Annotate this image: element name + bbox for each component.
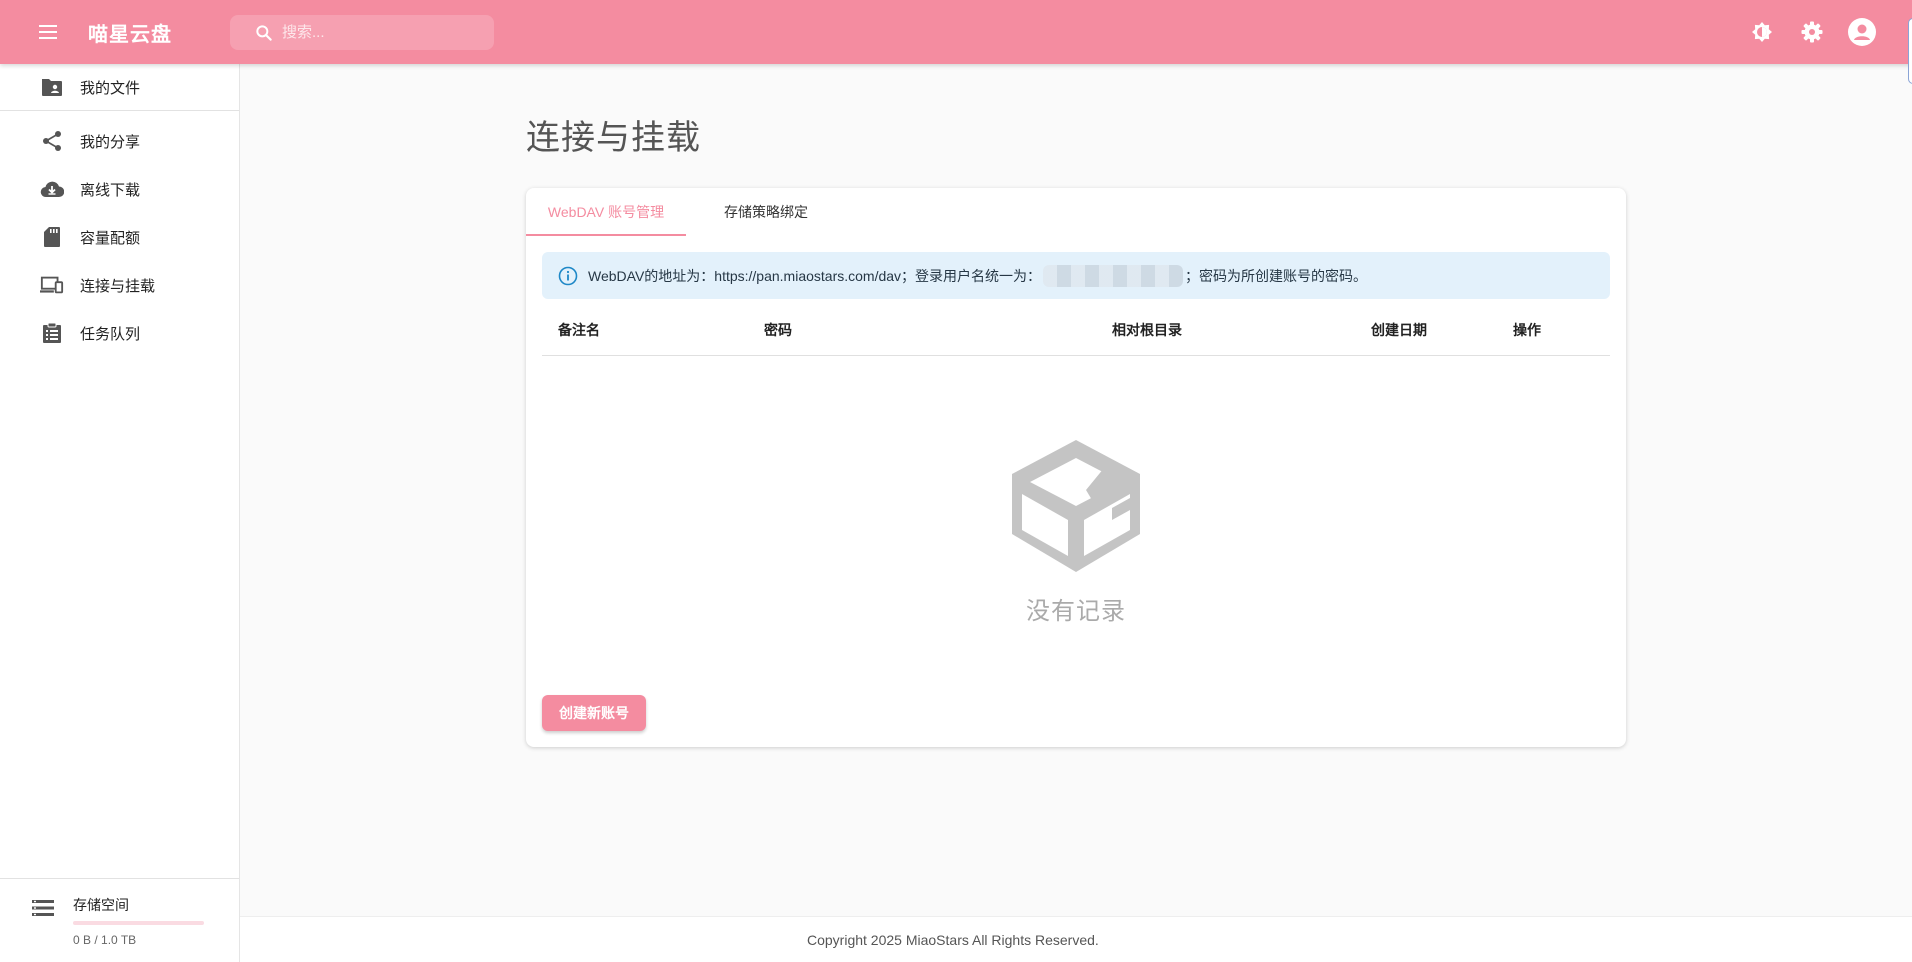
table-header: 备注名 密码 相对根目录 创建日期 操作	[542, 300, 1610, 356]
sidebar-item-my-shares[interactable]: 我的分享	[0, 117, 239, 165]
column-header-actions: 操作	[1513, 322, 1541, 338]
empty-box-icon	[1012, 440, 1140, 572]
column-header-remark-name: 备注名	[558, 322, 600, 338]
folder-account-icon	[40, 75, 64, 99]
app-title: 喵星云盘	[88, 23, 172, 46]
info-alert: WebDAV的地址为：https://pan.miaostars.com/dav…	[542, 252, 1610, 299]
avatar-icon	[1848, 18, 1876, 46]
devices-icon	[40, 273, 64, 297]
redacted-username	[1043, 264, 1184, 287]
sidebar-item-quota[interactable]: 容量配额	[0, 213, 239, 261]
search-bar[interactable]	[230, 15, 494, 50]
clipboard-list-icon	[40, 321, 64, 345]
sidebar-item-connect-mount[interactable]: 连接与挂载	[0, 261, 239, 309]
storage-panel: 存储空间 0 B / 1.0 TB	[0, 878, 239, 962]
webdav-card: WebDAV 账号管理 存储策略绑定 WebDAV的地址为：https://pa…	[526, 188, 1626, 747]
tab-webdav-accounts[interactable]: WebDAV 账号管理	[526, 188, 686, 236]
sidebar-item-label: 容量配额	[80, 229, 141, 247]
sidebar-item-task-queue[interactable]: 任务队列	[0, 309, 239, 357]
alert-text-prefix: WebDAV的地址为：https://pan.miaostars.com/dav…	[588, 267, 1042, 284]
settings-button[interactable]	[1792, 12, 1832, 52]
empty-state-text: 没有记录	[1026, 598, 1126, 625]
column-header-relative-root: 相对根目录	[1112, 322, 1182, 338]
sidebar-item-my-files[interactable]: 我的文件	[0, 64, 239, 110]
column-header-created-date: 创建日期	[1371, 322, 1427, 338]
page-title: 连接与挂载	[526, 119, 701, 157]
sidebar-item-label: 我的文件	[80, 79, 141, 97]
sd-card-icon	[40, 225, 64, 249]
account-button[interactable]	[1842, 12, 1882, 52]
sidebar-item-offline-download[interactable]: 离线下载	[0, 165, 239, 213]
storage-usage: 0 B / 1.0 TB	[73, 933, 137, 947]
tab-storage-policy-binding[interactable]: 存储策略绑定	[686, 188, 846, 236]
empty-state: 没有记录	[1006, 438, 1146, 626]
storage-list-icon	[32, 899, 54, 922]
sidebar-item-label: 任务队列	[80, 325, 141, 343]
create-account-button[interactable]: 创建新账号	[542, 695, 646, 731]
share-icon	[40, 129, 64, 153]
tab-bar: WebDAV 账号管理 存储策略绑定	[526, 188, 1626, 236]
app-bar: 喵星云盘	[0, 0, 1912, 84]
copyright-text: Copyright 2025 MiaoStars All Rights Rese…	[807, 931, 1099, 948]
gear-icon	[1801, 21, 1823, 43]
cloud-download-icon	[40, 177, 64, 201]
side-panel-handle[interactable]	[1908, 18, 1912, 84]
search-input[interactable]	[282, 24, 482, 41]
sidebar-divider	[0, 110, 239, 111]
alert-text-suffix: ；密码为所创建账号的密码。	[1185, 267, 1368, 284]
storage-title: 存储空间	[73, 897, 129, 913]
brightness-icon	[1752, 22, 1772, 42]
sidebar-item-label: 我的分享	[80, 133, 141, 151]
info-icon	[558, 266, 578, 286]
menu-button[interactable]	[24, 8, 72, 56]
hamburger-icon	[39, 31, 57, 33]
theme-toggle-button[interactable]	[1742, 12, 1782, 52]
sidebar-item-label: 连接与挂载	[80, 277, 156, 295]
storage-progress-bar	[73, 921, 204, 925]
search-icon	[256, 24, 272, 41]
footer: Copyright 2025 MiaoStars All Rights Rese…	[240, 916, 1912, 962]
sidebar-item-label: 离线下载	[80, 181, 141, 199]
column-header-password: 密码	[764, 322, 792, 338]
sidebar: 我的文件 我的分享 离线下载 容量配额 连接与挂载 任务队列 存储空间 0 B …	[0, 64, 240, 962]
